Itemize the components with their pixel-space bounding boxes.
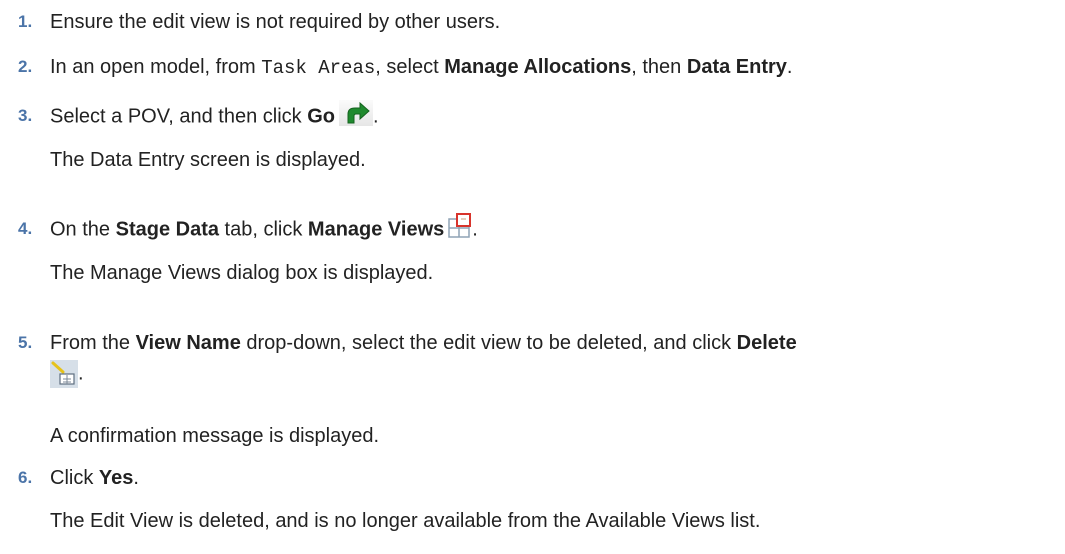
task-areas-code: Task Areas [261, 57, 376, 79]
go-arrow-icon [338, 100, 373, 126]
step-text-part: . [786, 56, 793, 78]
step-number: 5. [18, 333, 33, 352]
step-number: 4. [18, 219, 33, 238]
delete-label: Delete [736, 332, 797, 354]
step-number: 3. [18, 106, 33, 125]
step-result: The Data Entry screen is displayed. [50, 149, 366, 171]
step-text-part: , select [375, 56, 445, 78]
yes-label: Yes [98, 467, 134, 489]
data-entry-label: Data Entry [686, 56, 787, 78]
step-text: Ensure the edit view is not required by … [50, 11, 501, 33]
step-text: From the View Name drop-down, select the… [50, 331, 797, 355]
step-number: 6. [18, 468, 33, 487]
step-text-part: tab, click [218, 218, 308, 241]
step-text-part: Click [50, 467, 99, 489]
step-text-part: . [133, 467, 139, 489]
view-name-label: View Name [135, 332, 241, 354]
step-result: The Manage Views dialog box is displayed… [50, 262, 434, 284]
step-text: Select a POV, and then click Go. [50, 100, 379, 130]
go-label: Go [307, 105, 335, 128]
delete-view-icon [50, 360, 78, 388]
step-text-part: . [472, 218, 478, 241]
manage-views-label: Manage Views [307, 218, 445, 241]
step-text: Click Yes. [50, 466, 139, 490]
step-result: A confirmation message is displayed. [50, 425, 380, 447]
step-text-part: In an open model, from [50, 56, 262, 78]
step-text-part: On the [50, 218, 116, 241]
step-text: In an open model, from Task Areas, selec… [50, 55, 792, 80]
step-text-part: drop-down, select the edit view to be de… [240, 332, 737, 354]
step-text-continued: . [50, 360, 84, 388]
manage-views-icon [448, 213, 472, 239]
step-text: On the Stage Data tab, click Manage View… [50, 213, 478, 243]
step-text-part: . [372, 105, 379, 128]
step-number: 2. [18, 57, 33, 76]
step-text-part: . [78, 362, 84, 385]
stage-data-label: Stage Data [115, 218, 219, 241]
step-text-part: , then [631, 56, 687, 78]
step-number: 1. [18, 12, 33, 31]
step-result: The Edit View is deleted, and is no long… [50, 510, 761, 532]
step-text-part: From the [50, 332, 136, 354]
manage-allocations-label: Manage Allocations [444, 56, 632, 78]
step-text-part: Select a POV, and then click [50, 105, 308, 128]
